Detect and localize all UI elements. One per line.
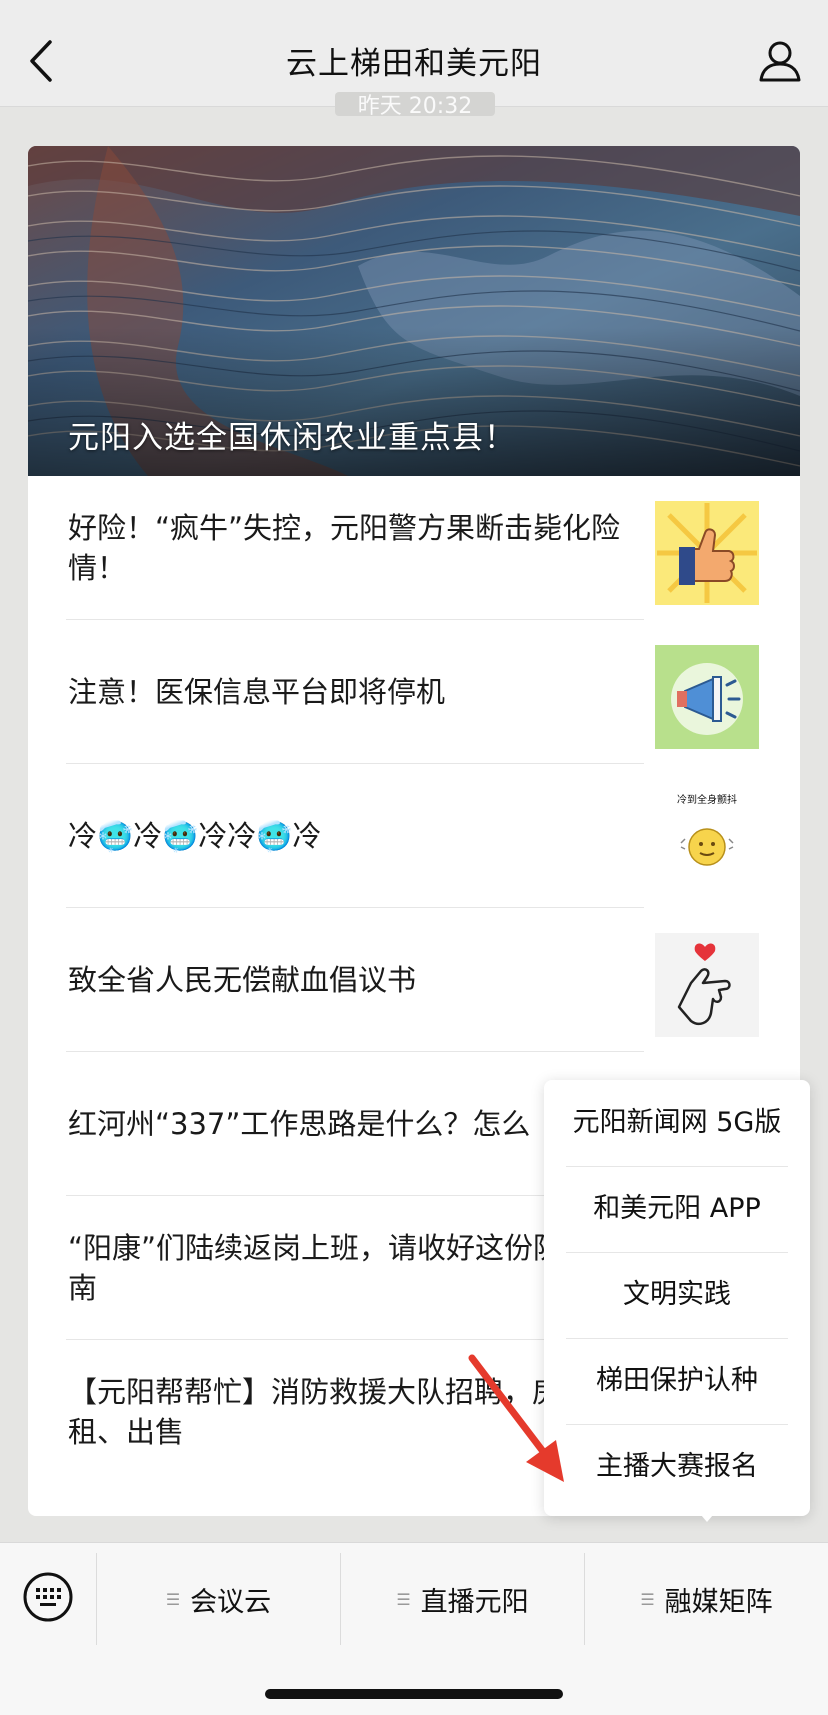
finger-heart-icon <box>655 933 759 1037</box>
profile-icon[interactable] <box>756 36 804 84</box>
cover-story[interactable]: 元阳入选全国休闲农业重点县！ <box>28 146 800 476</box>
list-item[interactable]: 好险！“疯牛”失控，元阳警方果断击毙化险情！ <box>28 476 800 620</box>
list-item[interactable]: 致全省人民无偿献血倡议书 <box>28 908 800 1052</box>
home-indicator <box>265 1689 563 1699</box>
menu-tab-label: 会议云 <box>190 1586 272 1618</box>
submenu-item-civilization[interactable]: 文明实践 <box>566 1252 788 1339</box>
submenu-item-terrace-protection[interactable]: 梯田保护认种 <box>566 1338 788 1425</box>
article-title: 好险！“疯牛”失控，元阳警方果断击毙化险情！ <box>68 511 621 585</box>
thumb-caption: 冷到全身颤抖 <box>677 793 737 806</box>
menu-tab-meeting-cloud[interactable]: ☰ 会议云 <box>97 1553 340 1645</box>
article-title: 注意！医保信息平台即将停机 <box>68 675 446 709</box>
cover-title: 元阳入选全国休闲农业重点县！ <box>68 420 516 456</box>
list-item[interactable]: 冷🥶冷🥶冷冷🥶冷 冷到全身颤抖 <box>28 764 800 908</box>
page-title: 云上梯田和美元阳 <box>286 46 542 82</box>
keyboard-icon[interactable] <box>22 1571 74 1623</box>
top-bar: 云上梯田和美元阳 <box>0 0 828 107</box>
timestamp: 昨天 20:32 <box>335 92 495 116</box>
menu-tab-live-yuanyang[interactable]: ☰ 直播元阳 <box>341 1553 584 1645</box>
popup-caret <box>695 1508 719 1522</box>
submenu-item-anchor-contest[interactable]: 主播大赛报名 <box>566 1424 788 1510</box>
list-item[interactable]: 注意！医保信息平台即将停机 <box>28 620 800 764</box>
shivering-face-icon: 冷到全身颤抖 <box>655 789 759 893</box>
submenu-item-news-5g[interactable]: 元阳新闻网 5G版 <box>566 1080 788 1167</box>
article-title: 致全省人民无偿献血倡议书 <box>68 963 417 997</box>
menu-tab-media-matrix[interactable]: ☰ 融媒矩阵 <box>585 1553 828 1645</box>
menu-lines-icon: ☰ <box>640 1589 655 1609</box>
menu-tab-label: 直播元阳 <box>420 1586 529 1618</box>
menu-lines-icon: ☰ <box>165 1589 181 1609</box>
menu-lines-icon: ☰ <box>396 1589 411 1609</box>
submenu-item-app[interactable]: 和美元阳 APP <box>566 1166 788 1253</box>
red-arrow-icon <box>460 1350 580 1490</box>
article-title: 冷🥶冷🥶冷冷🥶冷 <box>68 819 322 853</box>
thumbs-up-sun-icon <box>655 501 759 605</box>
megaphone-icon <box>655 645 759 749</box>
submenu-popup: 元阳新闻网 5G版 和美元阳 APP 文明实践 梯田保护认种 主播大赛报名 <box>544 1080 810 1516</box>
menu-tab-label: 融媒矩阵 <box>664 1586 773 1618</box>
